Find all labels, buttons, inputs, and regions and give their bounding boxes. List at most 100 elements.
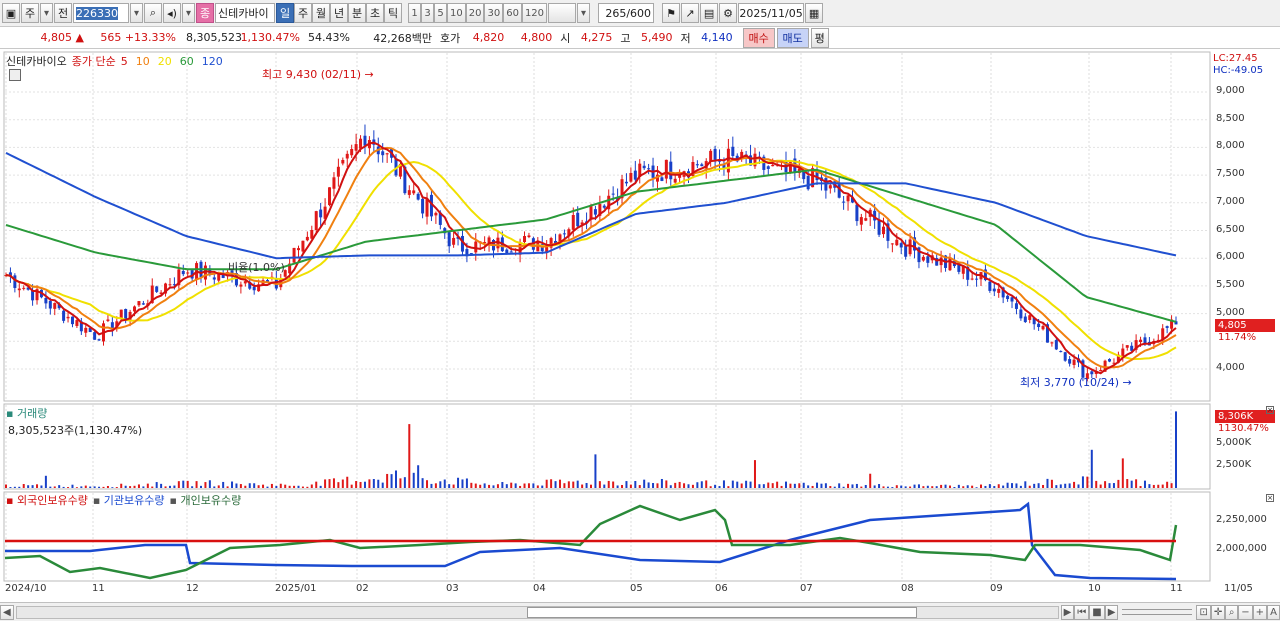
volume-bar <box>802 482 805 488</box>
zoom-out-icon[interactable]: − <box>1238 604 1253 620</box>
period-tab-년[interactable]: 년 <box>330 3 348 23</box>
buy-button[interactable]: 매수 <box>742 27 775 48</box>
holding-tick-label: 2,000,000 <box>1216 543 1267 554</box>
market-dropdown-icon[interactable]: ▾ <box>40 3 53 23</box>
candle-body <box>252 286 256 291</box>
tick-extra-input[interactable] <box>548 3 577 23</box>
stock-chart[interactable] <box>0 50 1280 602</box>
volume-bar <box>1121 458 1124 488</box>
code-input[interactable]: 226330 <box>73 3 129 23</box>
price-tick-label: 6,000 <box>1216 251 1245 263</box>
sell-button[interactable]: 매도 <box>776 27 809 48</box>
period-tab-일[interactable]: 일 <box>276 3 294 23</box>
volume-bar <box>359 481 362 488</box>
volume-bar <box>115 487 118 488</box>
volume-bar <box>75 487 78 488</box>
volume-bar <box>953 487 956 488</box>
volume-bar <box>208 480 211 488</box>
scroll-bar[interactable]: ◀ ▶ ⏮ ■ ▶ ⊡ ✛ ⌕ − + A <box>0 602 1280 621</box>
candle-body <box>93 332 97 340</box>
zoom-search-icon[interactable]: ⌕ <box>1225 604 1239 620</box>
volume-bar <box>133 485 136 488</box>
search-icon[interactable]: ⌕ <box>144 3 162 23</box>
zoom-in-icon[interactable]: + <box>1252 604 1267 620</box>
draw-icon[interactable]: ↗ <box>681 3 700 23</box>
play-icon[interactable]: ▶ <box>1104 604 1119 620</box>
period-tab-초[interactable]: 초 <box>366 3 384 23</box>
tick-button-120[interactable]: 120 <box>521 3 548 23</box>
date-field[interactable]: 2025/11/05 <box>738 3 805 23</box>
volume-bar <box>1046 478 1049 488</box>
close-panel-icon[interactable]: × <box>1266 406 1274 414</box>
candle-body <box>75 320 79 326</box>
volume-bar <box>691 484 694 488</box>
tick-button-60[interactable]: 60 <box>503 3 522 23</box>
candle-body <box>921 256 925 261</box>
eval-button[interactable]: 평 <box>810 27 829 48</box>
period-tab-월[interactable]: 월 <box>312 3 330 23</box>
tick-button-10[interactable]: 10 <box>447 3 466 23</box>
count-field[interactable]: 265/600 <box>598 3 655 23</box>
volume-bar <box>164 486 167 488</box>
price-tick-label: 8,500 <box>1216 112 1245 124</box>
hoga-label: 호가 <box>440 31 461 45</box>
volume-bar <box>1042 484 1045 488</box>
volume-bar <box>988 484 991 488</box>
cursor-icon[interactable]: ✛ <box>1210 604 1226 620</box>
tick-button-3[interactable]: 3 <box>421 3 434 23</box>
volume-bar <box>634 481 637 488</box>
price-tick-label: 7,500 <box>1216 168 1245 180</box>
volume-bar <box>270 483 273 488</box>
candle-body <box>806 175 810 190</box>
candle-body <box>48 300 52 309</box>
scroll-thumb[interactable] <box>526 606 917 618</box>
settings-icon[interactable]: ⚙ <box>719 3 738 23</box>
save-icon[interactable]: ▤ <box>700 3 719 23</box>
zoom-fit-icon[interactable]: ⊡ <box>1196 604 1211 620</box>
volume-bar <box>1068 483 1071 488</box>
period-tab-틱[interactable]: 틱 <box>384 3 402 23</box>
volume-bar <box>957 484 960 488</box>
scroll-left-icon[interactable]: ◀ <box>0 604 14 620</box>
market-select[interactable]: 주 <box>21 3 39 23</box>
chart-tool-icon[interactable]: ⚑ <box>662 3 681 23</box>
max-price-label: 최고 9,430 (02/11) → <box>262 68 374 81</box>
speed-slider[interactable] <box>1122 609 1193 615</box>
chart-menu-icon[interactable]: ▣ <box>2 3 20 23</box>
stop-icon[interactable]: ■ <box>1089 604 1105 620</box>
first-page-icon[interactable]: ⏮ <box>1074 604 1090 620</box>
volume-bar <box>266 486 269 488</box>
sound-dropdown-icon[interactable]: ▾ <box>182 3 195 23</box>
candle-body <box>846 195 850 202</box>
candle-body <box>137 301 141 306</box>
sound-icon[interactable]: ◂) <box>163 3 181 23</box>
candle-body <box>345 153 349 159</box>
period-tab-분[interactable]: 분 <box>348 3 366 23</box>
close-holding-icon[interactable]: × <box>1266 494 1274 502</box>
quote-strip: 4,805 ▲ 565 +13.33% 8,305,523 1,130.47% … <box>0 27 1280 49</box>
font-size-icon[interactable]: A <box>1267 604 1280 620</box>
candle-body <box>17 288 21 291</box>
tick-tabs: 1 3 5 10 20 30 60 120 <box>408 3 548 23</box>
code-dropdown-icon[interactable]: ▾ <box>130 3 143 23</box>
tick-dropdown-icon[interactable]: ▾ <box>577 3 591 23</box>
volume-bar <box>1059 484 1062 488</box>
volume-bar <box>909 486 912 488</box>
tick-button-20[interactable]: 20 <box>465 3 485 23</box>
volume-bar <box>44 475 47 488</box>
scroll-right-icon[interactable]: ▶ <box>1060 604 1075 620</box>
tick-button-5[interactable]: 5 <box>434 3 447 23</box>
volume-bar <box>971 485 974 488</box>
volume-bar <box>842 486 845 488</box>
type-select[interactable]: 전 <box>54 3 72 23</box>
volume-bar <box>665 480 668 488</box>
candle-body <box>141 303 145 305</box>
calendar-icon[interactable]: ▦ <box>805 3 824 23</box>
tick-button-1[interactable]: 1 <box>408 3 421 23</box>
volume-bar <box>855 483 858 488</box>
volume-bar <box>142 486 145 488</box>
grid-toggle-icon[interactable] <box>9 69 21 81</box>
scroll-track[interactable] <box>15 605 1059 619</box>
tick-button-30[interactable]: 30 <box>484 3 504 23</box>
period-tab-주[interactable]: 주 <box>294 3 312 23</box>
